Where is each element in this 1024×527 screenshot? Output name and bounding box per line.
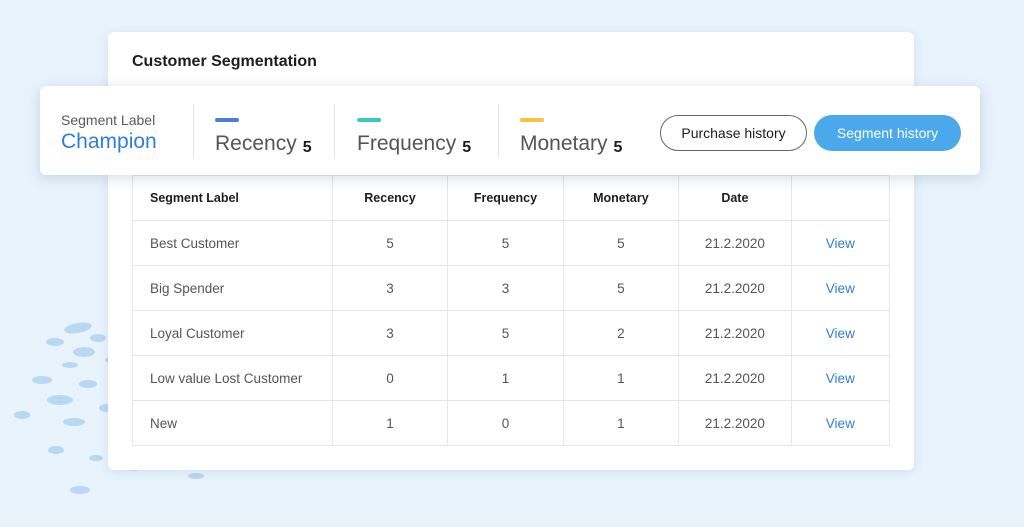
table-row: New 1 0 1 21.2.2020 View <box>132 400 891 446</box>
cell-frequency: 3 <box>447 265 564 311</box>
column-header-date: Date <box>678 175 792 221</box>
cell-monetary: 2 <box>562 310 680 356</box>
divider <box>193 104 194 158</box>
cell-frequency: 1 <box>447 355 564 401</box>
segment-label-value: Champion <box>61 130 157 153</box>
cell-date: 21.2.2020 <box>678 220 792 266</box>
table-row: Loyal Customer 3 5 2 21.2.2020 View <box>132 310 891 356</box>
metric-monetary: Monetary 5 <box>520 118 622 156</box>
cell-segment-label: Low value Lost Customer <box>132 355 333 401</box>
column-header-action <box>790 175 891 221</box>
view-link[interactable]: View <box>790 265 891 311</box>
view-link[interactable]: View <box>790 310 891 356</box>
frequency-color-bar <box>357 118 381 122</box>
table-header-row: Segment Label Recency Frequency Monetary… <box>132 175 891 221</box>
cell-monetary: 5 <box>562 220 680 266</box>
cell-monetary: 1 <box>562 355 680 401</box>
cell-segment-label: Loyal Customer <box>132 310 333 356</box>
table-row: Best Customer 5 5 5 21.2.2020 View <box>132 220 891 266</box>
column-header-monetary: Monetary <box>562 175 680 221</box>
cell-recency: 3 <box>331 310 449 356</box>
cell-date: 21.2.2020 <box>678 265 792 311</box>
view-link[interactable]: View <box>790 220 891 266</box>
cell-frequency: 5 <box>447 310 564 356</box>
metric-recency: Recency 5 <box>215 118 312 156</box>
divider <box>334 104 335 158</box>
purchase-history-button[interactable]: Purchase history <box>660 115 807 151</box>
view-link[interactable]: View <box>790 400 891 446</box>
segment-table: Segment Label Recency Frequency Monetary… <box>132 175 891 446</box>
cell-segment-label: New <box>132 400 333 446</box>
segment-label-caption: Segment Label <box>61 112 156 128</box>
cell-segment-label: Best Customer <box>132 220 333 266</box>
monetary-color-bar <box>520 118 544 122</box>
cell-date: 21.2.2020 <box>678 400 792 446</box>
metric-frequency-label: Frequency <box>357 132 457 155</box>
cell-date: 21.2.2020 <box>678 310 792 356</box>
metric-recency-value: 5 <box>302 139 312 156</box>
segment-history-button[interactable]: Segment history <box>814 115 961 151</box>
cell-frequency: 5 <box>447 220 564 266</box>
card-title: Customer Segmentation <box>132 53 317 70</box>
metric-monetary-value: 5 <box>613 139 623 156</box>
table-row: Big Spender 3 3 5 21.2.2020 View <box>132 265 891 311</box>
metric-frequency: Frequency 5 <box>357 118 471 156</box>
table-row: Low value Lost Customer 0 1 1 21.2.2020 … <box>132 355 891 401</box>
column-header-frequency: Frequency <box>447 175 564 221</box>
cell-frequency: 0 <box>447 400 564 446</box>
cell-recency: 1 <box>331 400 449 446</box>
metric-frequency-value: 5 <box>462 139 472 156</box>
column-header-segment-label: Segment Label <box>132 175 333 221</box>
cell-monetary: 5 <box>562 265 680 311</box>
cell-recency: 3 <box>331 265 449 311</box>
cell-date: 21.2.2020 <box>678 355 792 401</box>
column-header-recency: Recency <box>331 175 449 221</box>
cell-monetary: 1 <box>562 400 680 446</box>
metric-recency-label: Recency <box>215 132 297 155</box>
cell-recency: 0 <box>331 355 449 401</box>
cell-recency: 5 <box>331 220 449 266</box>
metric-monetary-label: Monetary <box>520 132 608 155</box>
segment-summary-panel: Segment Label Champion Recency 5 Frequenc… <box>40 86 980 175</box>
cell-segment-label: Big Spender <box>132 265 333 311</box>
recency-color-bar <box>215 118 239 122</box>
view-link[interactable]: View <box>790 355 891 401</box>
divider <box>498 104 499 158</box>
